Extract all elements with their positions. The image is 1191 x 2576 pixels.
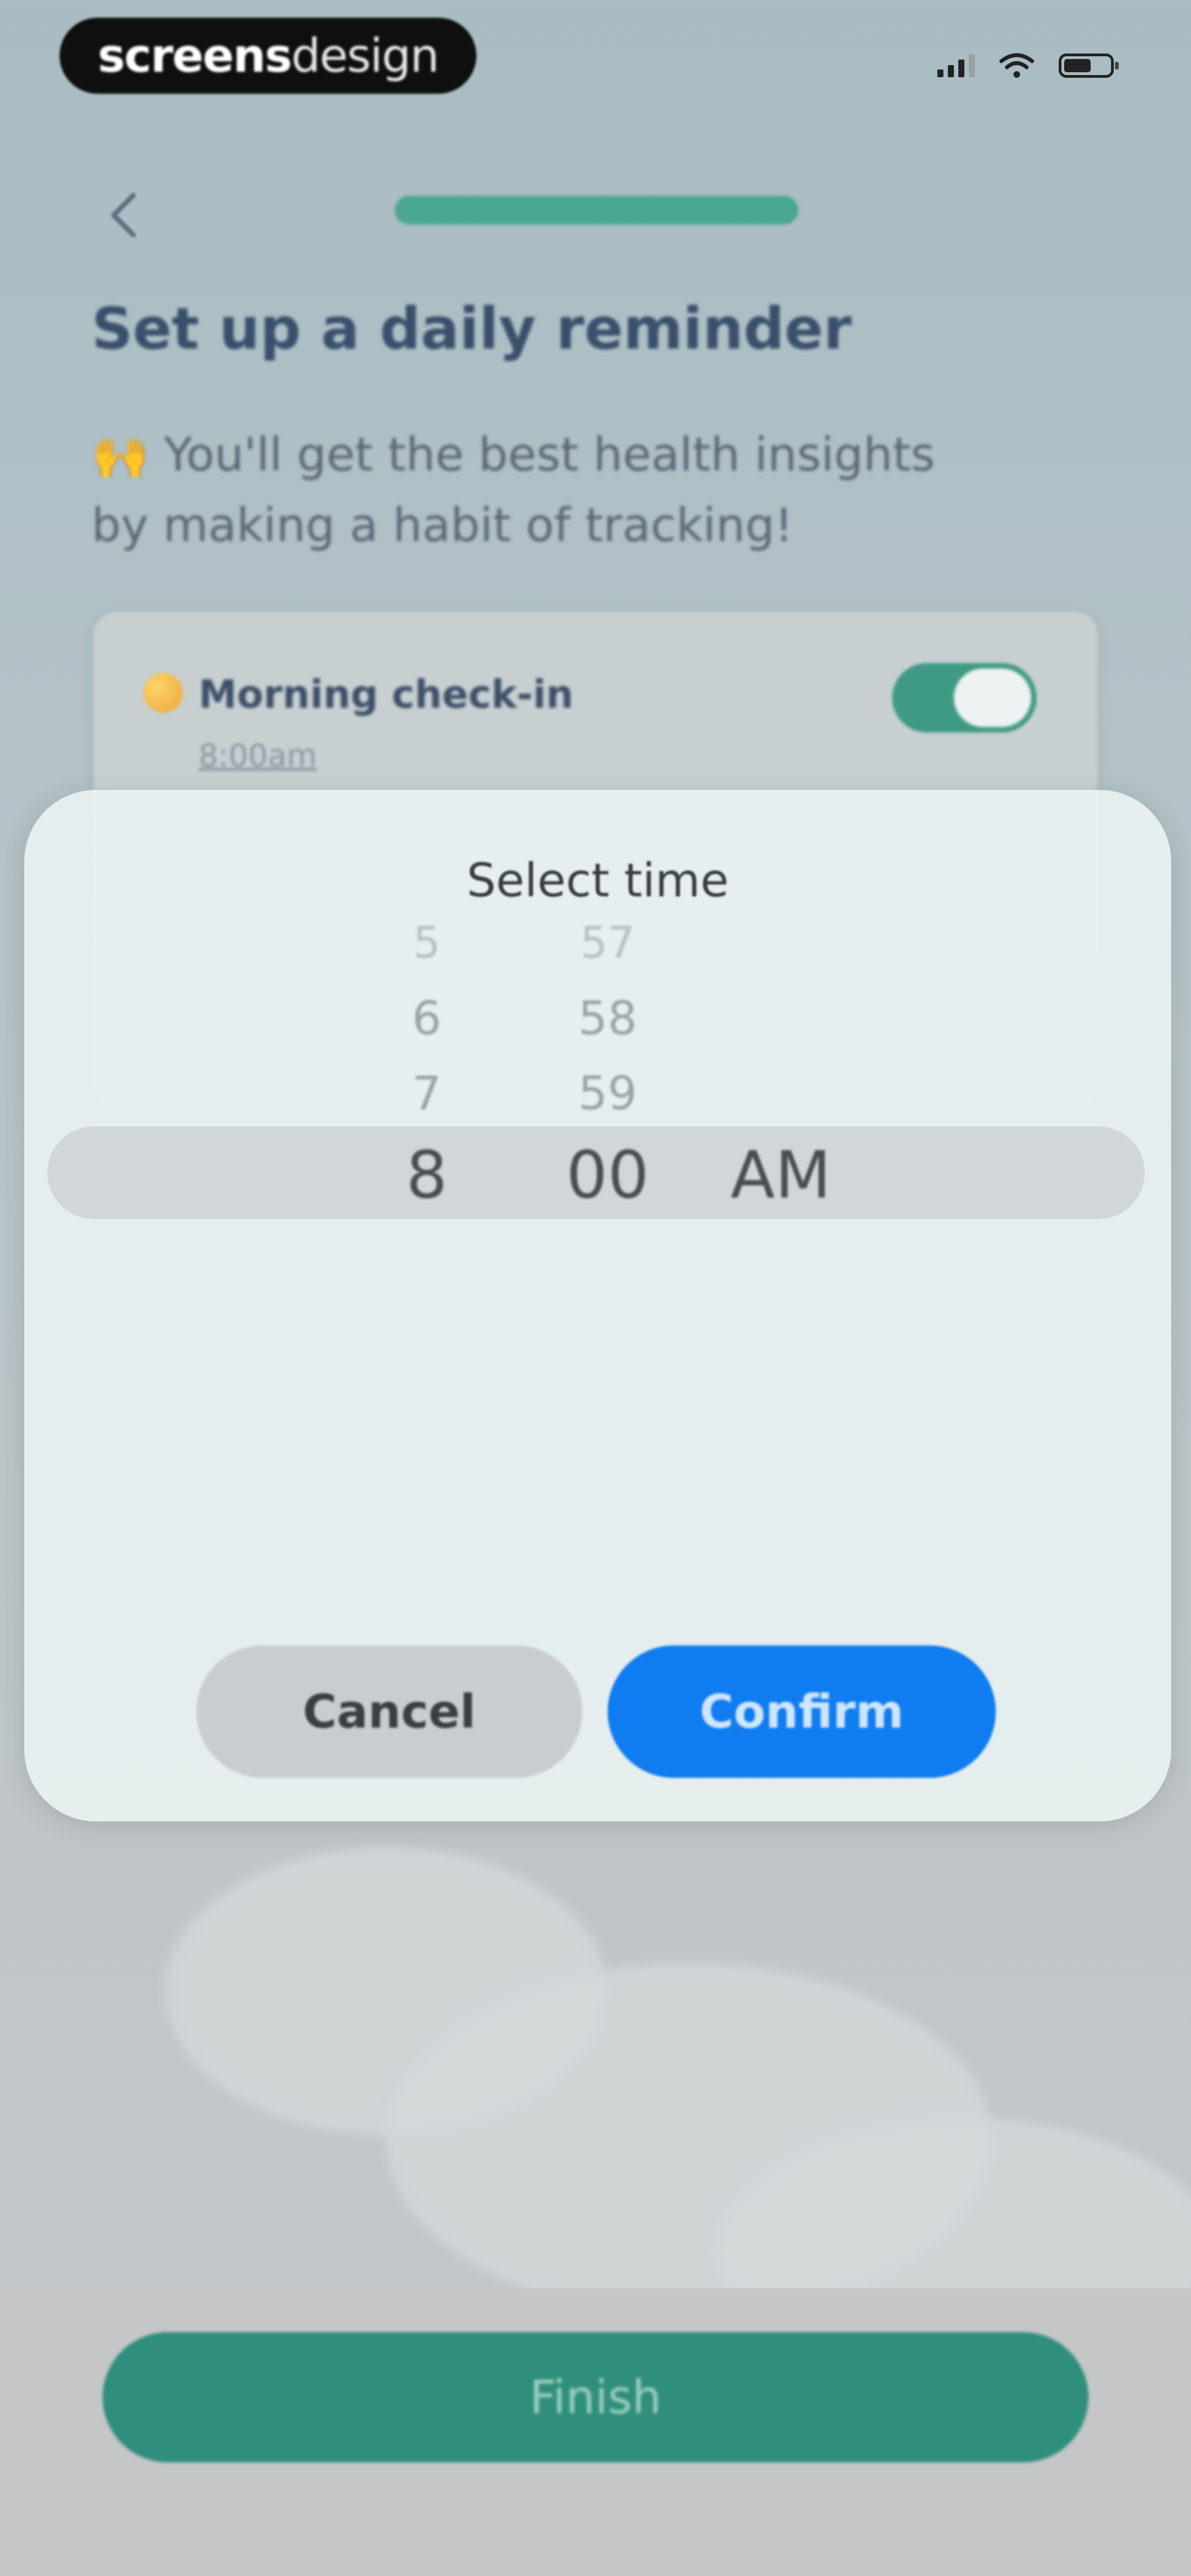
hour-option[interactable]: 7 xyxy=(372,1056,482,1131)
hour-wheel[interactable]: 5 6 7 8 9 10 11 xyxy=(372,922,482,1209)
toggle-knob xyxy=(954,669,1031,727)
screen: screens design Set up a daily reminder 🙌 … xyxy=(0,0,1191,2576)
battery-icon xyxy=(1059,54,1119,78)
reminder-time[interactable]: 8:00am xyxy=(198,738,317,774)
cellular-signal-icon xyxy=(937,54,975,77)
minute-option[interactable]: 59 xyxy=(552,1056,663,1131)
confirm-button[interactable]: Confirm xyxy=(608,1645,996,1778)
time-picker-dialog: Select time 5 6 7 8 9 10 11 57 58 59 00 … xyxy=(24,790,1171,1821)
subtitle-text: You'll get the best health insights by m… xyxy=(92,427,935,552)
time-wheel[interactable]: 5 6 7 8 9 10 11 57 58 59 00 01 02 03 AM … xyxy=(24,922,1171,1209)
hour-option[interactable]: 5 xyxy=(372,922,482,981)
raised-hands-emoji: 🙌 xyxy=(92,427,149,482)
period-selected[interactable]: AM xyxy=(720,1131,841,1209)
cancel-button[interactable]: Cancel xyxy=(196,1645,582,1778)
status-bar xyxy=(937,52,1119,79)
onboarding-progress-bar xyxy=(395,196,798,225)
minute-option[interactable]: 58 xyxy=(552,981,663,1056)
reminder-label: Morning check-in xyxy=(198,672,574,717)
screensdesign-watermark: screens design xyxy=(60,18,476,94)
period-wheel[interactable]: AM PM xyxy=(720,1131,841,1209)
page-title: Set up a daily reminder xyxy=(92,295,852,362)
hour-selected[interactable]: 8 xyxy=(372,1131,482,1209)
dialog-title: Select time xyxy=(466,853,729,907)
watermark-part-2: design xyxy=(291,29,439,83)
reminder-toggle[interactable] xyxy=(892,663,1037,733)
back-chevron-icon[interactable] xyxy=(99,188,149,243)
hour-option[interactable]: 6 xyxy=(372,981,482,1056)
wifi-icon xyxy=(999,53,1034,78)
finish-button[interactable]: Finish xyxy=(103,2332,1088,2462)
sun-icon xyxy=(143,673,183,713)
minute-option[interactable]: 57 xyxy=(552,922,663,981)
page-subtitle: 🙌 You'll get the best health insights by… xyxy=(92,419,974,560)
minute-wheel[interactable]: 57 58 59 00 01 02 03 xyxy=(552,922,663,1209)
watermark-part-1: screens xyxy=(98,29,292,83)
minute-selected[interactable]: 00 xyxy=(552,1131,663,1209)
